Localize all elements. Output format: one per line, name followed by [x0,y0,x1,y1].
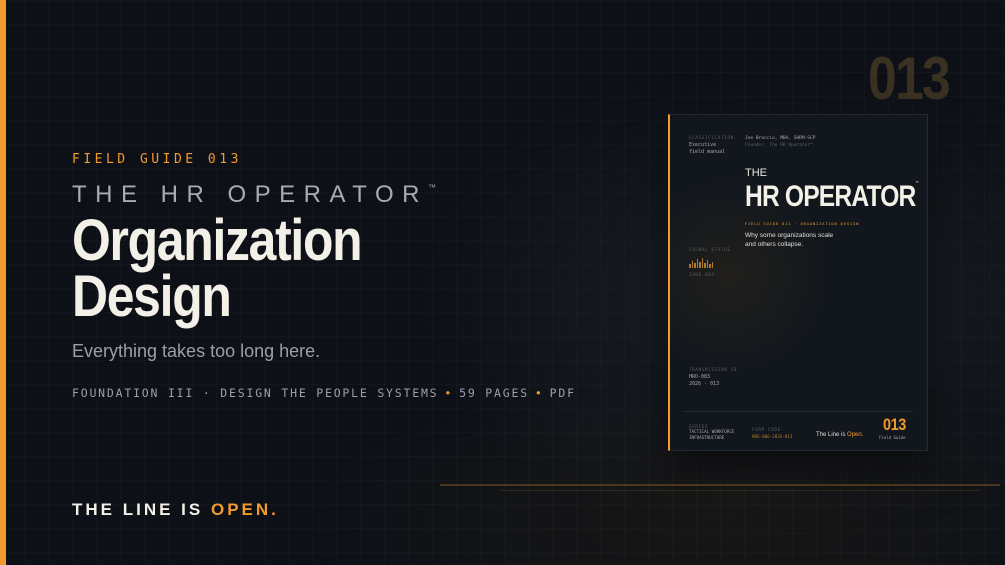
signal-bar [691,261,693,268]
signal-bar [709,264,711,268]
series-title: THE HR OPERATOR™ [72,181,436,208]
author: Joe Braccio, MBA, SHRM-SCP Founder, The … [745,136,816,148]
transmission-label: TRANSMISSION ID [689,367,738,372]
book-number-label: Field Guide [879,435,906,440]
classification-label: CLASSIFICATION [689,135,734,140]
book-the: THE [745,167,767,179]
signal-bar [699,262,701,268]
transmission-value: HRO-083 2026 · 013 [689,374,720,387]
signal-label: SIGNAL STATUS [689,247,731,252]
signal-bars [689,258,713,268]
book-tagline: Why some organizations scale and others … [745,232,834,248]
form-label: FORM CODE [752,427,781,432]
signal-bar [706,260,708,268]
hero: FIELD GUIDE 013 THE HR OPERATOR™ Organiz… [72,152,632,400]
book-title: HR OPERATOR™ [745,180,919,213]
book-field-guide: FIELD GUIDE 013 · ORGANIZATION DESIGN [745,221,860,226]
page-title: Organization Design [72,208,363,329]
signal-bar [694,263,696,268]
meta-line: FOUNDATION III · DESIGN THE PEOPLE SYSTE… [72,386,576,400]
form-value: HRO-086-2026-013 [752,434,793,439]
signal-bar [689,264,691,268]
series-value: TACTICAL WORKFORCE INFRASTRUCTURE [689,429,735,440]
classification-value: Executive field manual [689,142,726,155]
subtitle: Everything takes too long here. [72,341,321,361]
guide-number: 013 [868,45,951,112]
book-line-open: The Line is Open. [816,432,864,438]
signal-bar [704,263,706,268]
tagline: THE LINE IS OPEN. [72,500,279,519]
signal-bar [701,258,703,268]
kicker: FIELD GUIDE 013 [72,152,242,167]
signal-bar [696,259,698,268]
signal-bar [711,262,713,268]
book-cover: CLASSIFICATION Executive field manual Jo… [668,114,928,451]
book-divider [684,411,913,412]
glow-line [440,484,1000,486]
book-number: 013 [883,415,906,434]
accent-bar [0,0,6,565]
glow-line [500,490,980,491]
signal-value: ZONE 004 [689,272,715,277]
